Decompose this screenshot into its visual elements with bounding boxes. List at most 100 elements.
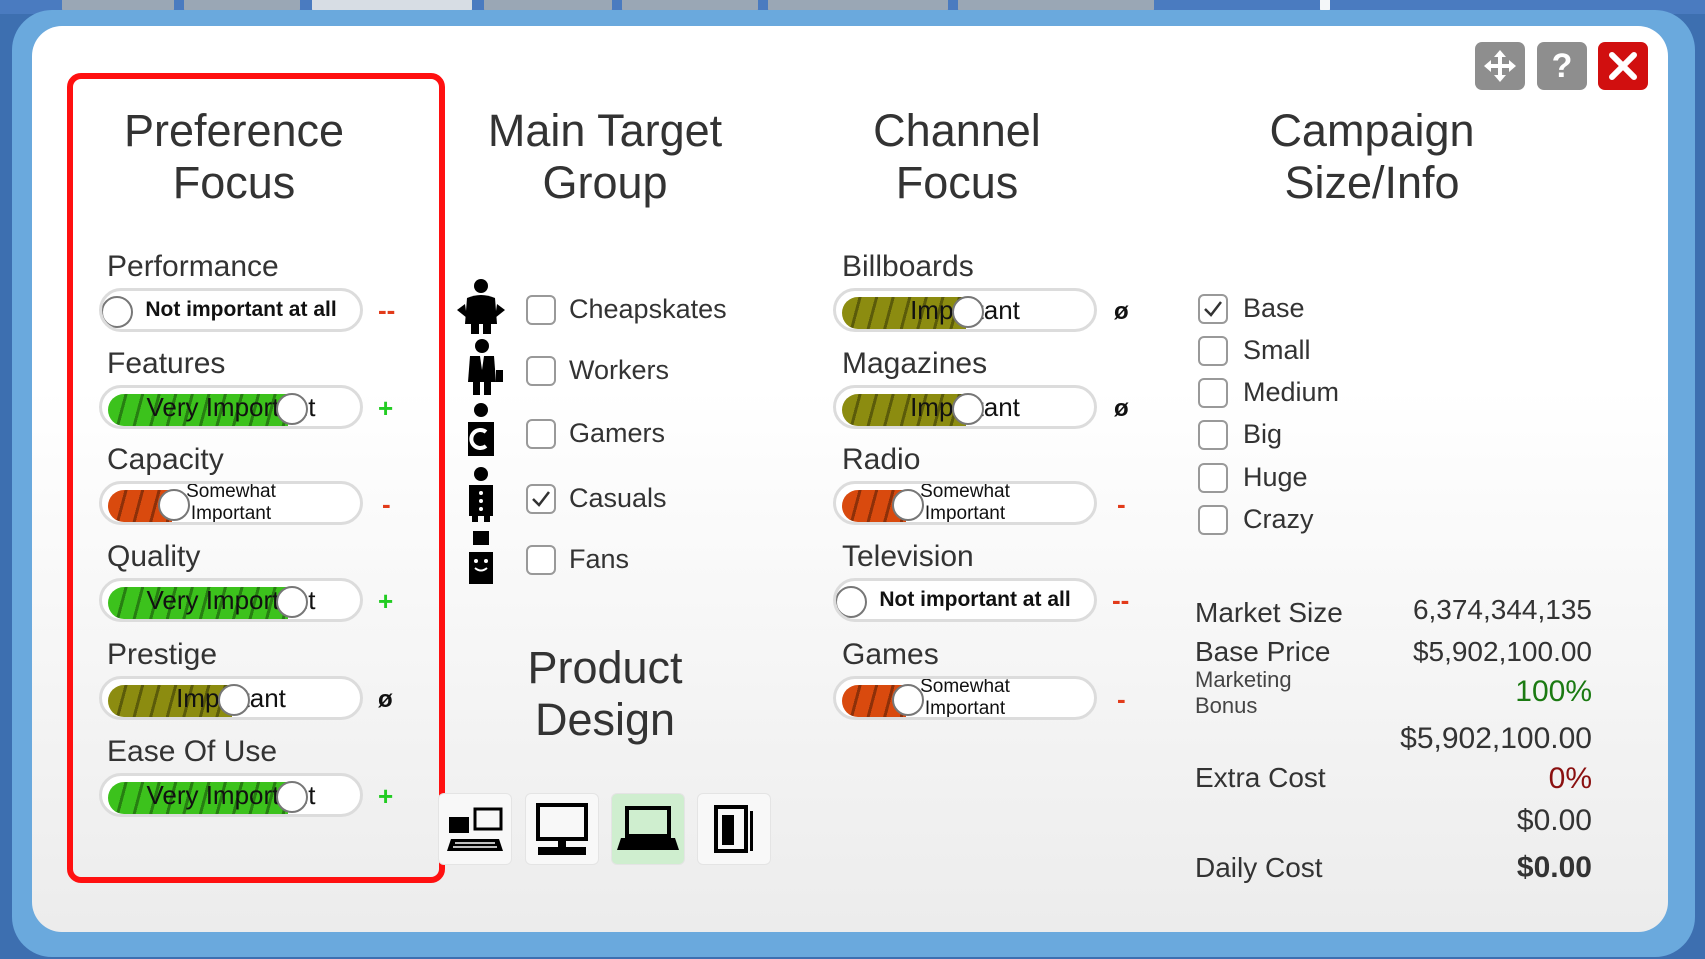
size-small-label: Small (1243, 335, 1311, 365)
slider-knob[interactable] (892, 489, 924, 521)
slider-knob[interactable] (952, 296, 984, 328)
market-size-label: Market Size (1195, 597, 1343, 628)
marketing-bonus-value: 100% (1515, 675, 1592, 708)
gamers-checkbox[interactable] (526, 419, 556, 449)
size-small-checkbox[interactable] (1198, 336, 1228, 366)
capacity-label: Capacity (107, 443, 224, 476)
fans-label: Fans (569, 544, 630, 574)
daily-cost-label: Daily Cost (1195, 852, 1323, 883)
worker-person-icon (468, 339, 503, 395)
marketing-bonus-label: Marketing Bonus (1195, 667, 1292, 718)
performance-indicator: -- (378, 295, 396, 325)
games-indicator: - (1117, 684, 1126, 714)
features-slider[interactable]: Very Important (99, 385, 363, 429)
prestige-slider[interactable]: Important (99, 676, 363, 720)
bonus-total-value: $5,902,100.00 (1400, 722, 1592, 755)
quality-slider[interactable]: Very Important (99, 578, 363, 622)
product-design-title: Product Design (527, 642, 683, 745)
workers-label: Workers (569, 355, 670, 385)
television-label: Television (842, 540, 974, 573)
help-button[interactable]: ? (1537, 42, 1587, 90)
prestige-indicator: ø (378, 686, 393, 713)
size-medium-label: Medium (1243, 377, 1340, 407)
features-indicator: + (378, 393, 394, 423)
television-slider[interactable]: Not important at all (833, 578, 1097, 622)
ease-of-use-indicator: + (378, 781, 394, 811)
cheapskate-person-icon (457, 279, 505, 334)
base-price-value: $5,902,100.00 (1412, 636, 1592, 667)
slider-knob[interactable] (836, 586, 867, 618)
performance-value: Not important at all (145, 298, 337, 321)
slider-knob[interactable] (102, 296, 133, 328)
size-crazy-checkbox[interactable] (1198, 505, 1228, 535)
workstation-icon (447, 807, 503, 851)
tablet-button[interactable] (697, 793, 771, 865)
workstation-button[interactable] (438, 793, 512, 865)
size-huge-label: Huge (1243, 462, 1308, 492)
fans-checkbox[interactable] (526, 545, 556, 575)
performance-label: Performance (107, 250, 279, 283)
radio-label: Radio (842, 443, 921, 476)
slider-knob[interactable] (892, 684, 924, 716)
capacity-slider[interactable]: Somewhat Important (99, 481, 363, 525)
quality-indicator: + (378, 586, 394, 616)
ease-of-use-label: Ease Of Use (107, 735, 278, 768)
radio-indicator: - (1117, 489, 1126, 519)
billboards-indicator: ø (1114, 298, 1129, 325)
performance-slider[interactable]: Not important at all (99, 288, 363, 332)
casual-person-icon (469, 467, 493, 522)
workers-checkbox[interactable] (526, 356, 556, 386)
features-label: Features (107, 347, 226, 380)
close-button[interactable] (1598, 42, 1648, 90)
billboards-label: Billboards (842, 250, 974, 283)
laptop-button[interactable] (611, 793, 685, 865)
daily-cost-value: $0.00 (1516, 851, 1592, 884)
size-big-checkbox[interactable] (1198, 420, 1228, 450)
size-base-checkbox[interactable] (1198, 294, 1228, 324)
checkmark-icon (532, 491, 550, 507)
cheapskates-checkbox[interactable] (526, 295, 556, 325)
casuals-checkbox[interactable] (526, 484, 556, 514)
gamers-label: Gamers (569, 418, 666, 448)
move-button[interactable] (1475, 42, 1525, 90)
games-slider[interactable]: Somewhat Important (833, 676, 1097, 720)
games-value: Somewhat Important (920, 676, 1010, 719)
games-label: Games (842, 638, 939, 671)
checkmark-icon (1204, 301, 1222, 317)
cheapskates-label: Cheapskates (569, 294, 727, 324)
size-big-label: Big (1243, 419, 1283, 449)
channel-focus-title: Channel Focus (873, 105, 1041, 208)
slider-knob[interactable] (158, 489, 190, 521)
move-arrows-icon (1484, 50, 1516, 82)
main-target-group-title: Main Target Group (487, 105, 723, 208)
television-indicator: -- (1112, 585, 1130, 615)
slider-knob[interactable] (952, 393, 984, 425)
size-huge-checkbox[interactable] (1198, 463, 1228, 493)
close-x-icon (1609, 52, 1637, 80)
radio-value: Somewhat Important (920, 481, 1010, 524)
market-size-value: 6,374,344,135 (1412, 594, 1592, 625)
size-medium-checkbox[interactable] (1198, 378, 1228, 408)
capacity-value: Somewhat Important (186, 481, 276, 524)
laptop-icon (617, 806, 679, 850)
slider-knob[interactable] (276, 393, 308, 425)
extra-cost-value: $0.00 (1516, 804, 1592, 837)
slider-knob[interactable] (276, 586, 308, 618)
extra-cost-label: Extra Cost (1195, 762, 1326, 793)
question-icon: ? (1551, 46, 1573, 85)
prestige-label: Prestige (107, 638, 218, 671)
radio-slider[interactable]: Somewhat Important (833, 481, 1097, 525)
size-crazy-label: Crazy (1243, 504, 1314, 534)
television-value: Not important at all (879, 588, 1071, 611)
slider-knob[interactable] (218, 684, 250, 716)
base-price-label: Base Price (1195, 636, 1331, 667)
slider-knob[interactable] (276, 781, 308, 813)
campaign-size-info-title: Campaign Size/Info (1269, 105, 1475, 208)
quality-value: Very Important (146, 584, 316, 615)
ease-of-use-slider[interactable]: Very Important (99, 773, 363, 817)
magazines-slider[interactable]: Important (833, 385, 1097, 429)
tablet-icon (714, 805, 753, 853)
desktop-pc-button[interactable] (525, 793, 599, 865)
desktop-pc-icon (536, 803, 588, 855)
billboards-slider[interactable]: Important (833, 288, 1097, 332)
